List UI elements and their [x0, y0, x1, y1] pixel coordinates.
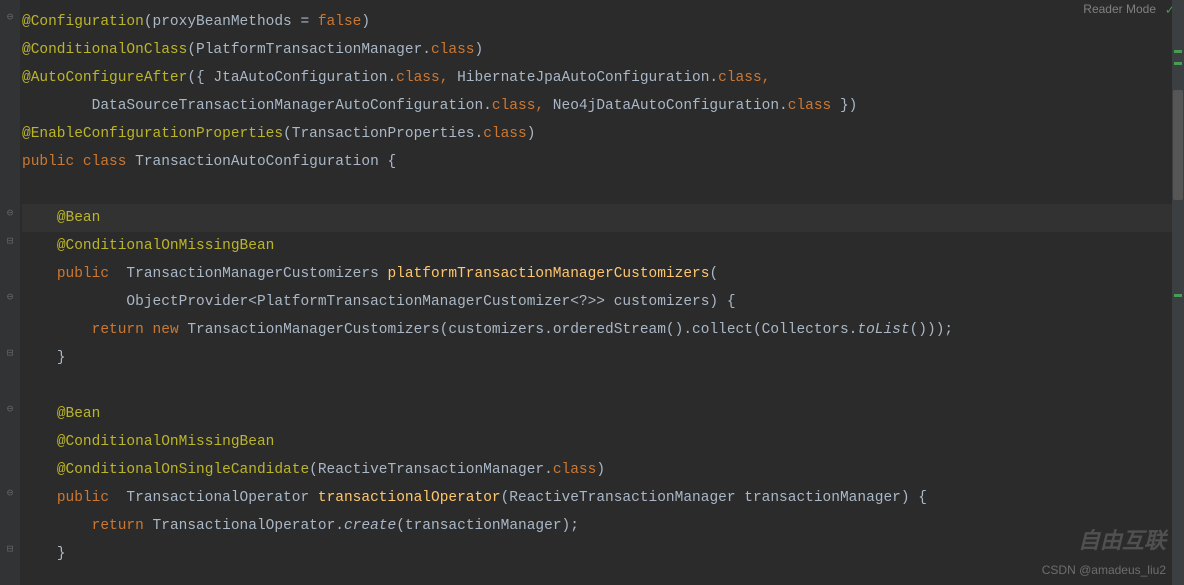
- code-line: ObjectProvider<PlatformTransactionManage…: [22, 288, 1184, 316]
- code-line: [22, 176, 1184, 204]
- fold-down-icon[interactable]: ⊖: [3, 290, 17, 304]
- code-line: @Configuration(proxyBeanMethods = false): [22, 8, 1184, 36]
- code-line: }: [22, 540, 1184, 568]
- code-line: public TransactionManagerCustomizers pla…: [22, 260, 1184, 288]
- code-line: return TransactionalOperator.create(tran…: [22, 512, 1184, 540]
- scrollbar-mark: [1174, 62, 1182, 65]
- reader-mode-label[interactable]: Reader Mode: [1083, 2, 1156, 16]
- fold-down-icon[interactable]: ⊖: [3, 402, 17, 416]
- code-line: @Bean: [22, 204, 1184, 232]
- fold-down-icon[interactable]: ⊖: [3, 206, 17, 220]
- watermark-attribution: CSDN @amadeus_liu2: [1042, 563, 1166, 577]
- fold-up-icon[interactable]: ⊟: [3, 234, 17, 248]
- code-line: @EnableConfigurationProperties(Transacti…: [22, 120, 1184, 148]
- code-line: @ConditionalOnClass(PlatformTransactionM…: [22, 36, 1184, 64]
- scrollbar-mark: [1174, 294, 1182, 297]
- vertical-scrollbar-track[interactable]: [1172, 0, 1184, 585]
- code-line: @ConditionalOnSingleCandidate(ReactiveTr…: [22, 456, 1184, 484]
- code-line: @ConditionalOnMissingBean: [22, 232, 1184, 260]
- fold-up-icon[interactable]: ⊟: [3, 542, 17, 556]
- fold-down-icon[interactable]: ⊖: [3, 486, 17, 500]
- code-line: public TransactionalOperator transaction…: [22, 484, 1184, 512]
- code-line: DataSourceTransactionManagerAutoConfigur…: [22, 92, 1184, 120]
- watermark-logo: 自由互联: [1078, 523, 1166, 555]
- code-line: return new TransactionManagerCustomizers…: [22, 316, 1184, 344]
- fold-up-icon[interactable]: ⊟: [3, 346, 17, 360]
- vertical-scrollbar-thumb[interactable]: [1173, 90, 1183, 200]
- code-line: }: [22, 344, 1184, 372]
- code-line: [22, 372, 1184, 400]
- code-editor: ⊖ ⊖ ⊟ ⊖ ⊟ ⊖ ⊖ ⊟ Reader Mode ✓ @Configura…: [0, 0, 1184, 585]
- fold-down-icon[interactable]: ⊖: [3, 10, 17, 24]
- editor-gutter: ⊖ ⊖ ⊟ ⊖ ⊟ ⊖ ⊖ ⊟: [0, 0, 20, 585]
- code-content-area[interactable]: Reader Mode ✓ @Configuration(proxyBeanMe…: [20, 0, 1184, 585]
- code-line: @AutoConfigureAfter({ JtaAutoConfigurati…: [22, 64, 1184, 92]
- code-line: @ConditionalOnMissingBean: [22, 428, 1184, 456]
- code-line: @Bean: [22, 400, 1184, 428]
- scrollbar-mark: [1174, 50, 1182, 53]
- code-line: public class TransactionAutoConfiguratio…: [22, 148, 1184, 176]
